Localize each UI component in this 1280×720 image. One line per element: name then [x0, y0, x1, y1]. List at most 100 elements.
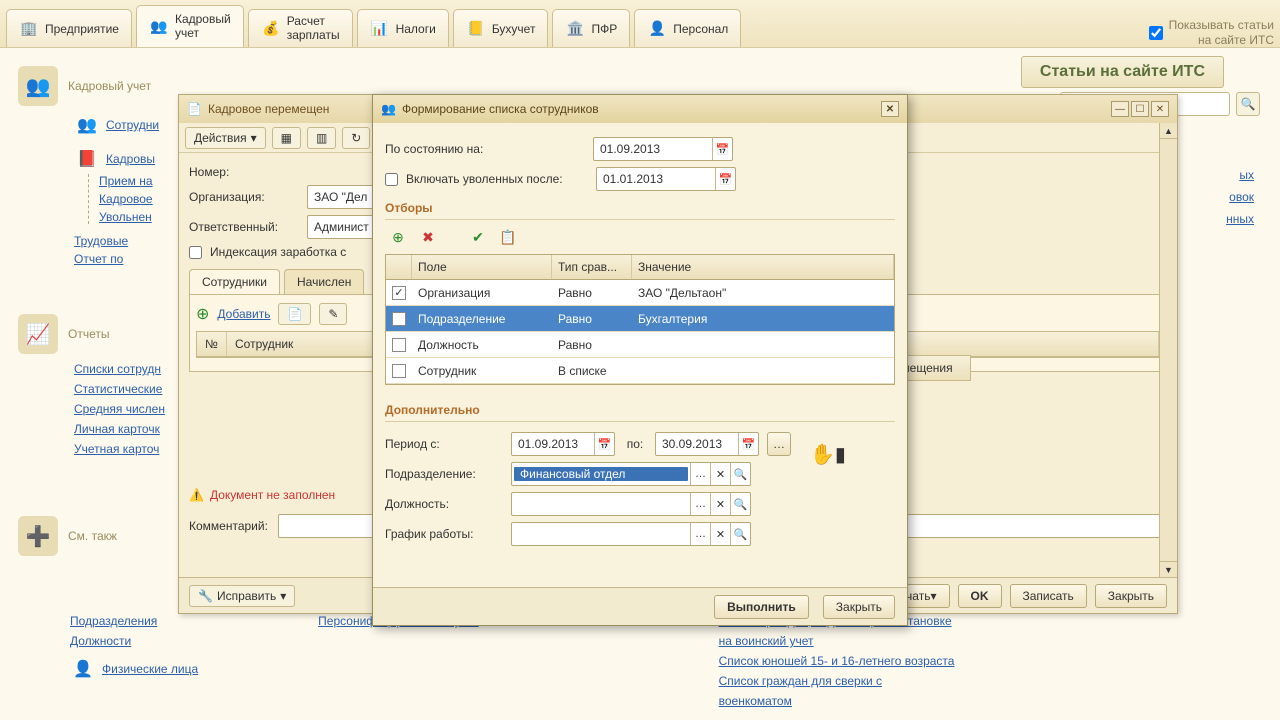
- clear-icon[interactable]: ✕: [710, 493, 730, 515]
- resp-input[interactable]: Админист: [307, 215, 377, 239]
- row-checkbox[interactable]: ✓: [392, 312, 406, 326]
- tab-pfr[interactable]: 🏛️ПФР: [552, 9, 630, 47]
- nav-employees[interactable]: Сотрудни: [106, 118, 159, 132]
- calendar-icon[interactable]: 📅: [715, 168, 735, 190]
- delete-filter-icon[interactable]: ✖: [417, 226, 439, 248]
- link-departments[interactable]: Подразделения: [70, 614, 198, 628]
- clear-icon[interactable]: ✕: [710, 523, 730, 545]
- tab-enterprise[interactable]: 🏢Предприятие: [6, 9, 132, 47]
- tab-taxes[interactable]: 📊Налоги: [357, 9, 449, 47]
- dept-label: Подразделение:: [385, 467, 503, 481]
- extra-header: Дополнительно: [385, 399, 895, 422]
- org-input[interactable]: ЗАО "Дел: [307, 185, 377, 209]
- period-from-input[interactable]: 01.09.2013📅: [511, 432, 615, 456]
- tab-employees-inner[interactable]: Сотрудники: [189, 269, 280, 294]
- toolbar-btn-2[interactable]: ▥: [307, 127, 336, 149]
- asof-input[interactable]: 01.09.2013📅: [593, 137, 733, 161]
- clear-icon[interactable]: ✕: [710, 463, 730, 485]
- filter-row[interactable]: ДолжностьРавно: [386, 332, 894, 358]
- row-checkbox[interactable]: ✓: [392, 286, 406, 300]
- search-icon[interactable]: 🔍: [730, 493, 750, 515]
- dialog-close-button[interactable]: ✕: [881, 101, 899, 117]
- calendar-icon[interactable]: 📅: [738, 433, 758, 455]
- person-icon: 👤: [70, 658, 96, 680]
- toolbar-btn-3[interactable]: ↻: [342, 127, 370, 149]
- nav-fire[interactable]: Увольнен: [99, 210, 152, 224]
- its-checkbox[interactable]: [1149, 26, 1163, 40]
- fix-dropdown[interactable]: 🔧Исправить ▾: [189, 585, 295, 607]
- indexation-checkbox[interactable]: [189, 246, 202, 259]
- search-icon[interactable]: 🔍: [730, 463, 750, 485]
- tab-accounting[interactable]: 📒Бухучет: [453, 9, 549, 47]
- include-fired-checkbox[interactable]: [385, 173, 398, 186]
- period-picker-button[interactable]: …: [767, 432, 791, 456]
- close-window-button[interactable]: ✕: [1151, 101, 1169, 117]
- tab-accruals-inner[interactable]: Начислен: [284, 269, 364, 294]
- check-filter-icon[interactable]: ✔: [467, 226, 489, 248]
- period-to-input[interactable]: 30.09.2013📅: [655, 432, 759, 456]
- scrollbar[interactable]: ▲ ▼: [1159, 123, 1177, 577]
- position-label: Должность:: [385, 497, 503, 511]
- col-num: №: [197, 332, 227, 356]
- dialog-title: Формирование списка сотрудников: [402, 102, 599, 116]
- add-button[interactable]: Добавить: [217, 307, 270, 321]
- fix-icon: 🔧: [198, 589, 213, 603]
- position-lookup[interactable]: …✕🔍: [511, 492, 751, 516]
- tax-icon: 📊: [370, 19, 390, 39]
- right-link-2[interactable]: овок: [1226, 190, 1254, 204]
- link-individuals[interactable]: Физические лица: [102, 662, 198, 676]
- nav-hire[interactable]: Прием на: [99, 174, 153, 188]
- link-military-1b[interactable]: на воинский учет: [719, 634, 955, 648]
- link-youths[interactable]: Список юношей 15- и 16-летнего возраста: [719, 654, 955, 668]
- nav-hr-docs[interactable]: Кадровы: [106, 152, 155, 166]
- ellipsis-icon[interactable]: …: [690, 463, 710, 485]
- calendar-icon[interactable]: 📅: [594, 433, 614, 455]
- search-icon[interactable]: 🔍: [730, 523, 750, 545]
- add-filter-icon[interactable]: ⊕: [387, 226, 409, 248]
- include-fired-date[interactable]: 01.01.2013📅: [596, 167, 736, 191]
- filter-row[interactable]: ✓ОрганизацияРавноЗАО "Дельтаон": [386, 280, 894, 306]
- nav-labor[interactable]: Трудовые: [74, 234, 128, 248]
- copy-btn[interactable]: 📄: [278, 303, 311, 325]
- filter-row[interactable]: СотрудникВ списке: [386, 358, 894, 384]
- dept-lookup[interactable]: Финансовый отдел…✕🔍: [511, 462, 751, 486]
- its-articles-button[interactable]: Статьи на сайте ИТС: [1021, 56, 1224, 88]
- row-field: Подразделение: [412, 312, 552, 326]
- add-icon: ⊕: [196, 304, 209, 324]
- copy-filter-icon[interactable]: 📋: [497, 226, 519, 248]
- search-button[interactable]: 🔍: [1236, 92, 1260, 116]
- schedule-lookup[interactable]: …✕🔍: [511, 522, 751, 546]
- row-checkbox[interactable]: [392, 338, 406, 352]
- nav-report[interactable]: Отчет по: [74, 252, 123, 266]
- row-value: ЗАО "Дельтаон": [632, 286, 894, 300]
- ok-button[interactable]: OK: [958, 584, 1002, 608]
- toolbar-btn-1[interactable]: ▦: [272, 127, 301, 149]
- ellipsis-icon[interactable]: …: [690, 493, 710, 515]
- right-link-1[interactable]: ых: [1226, 168, 1254, 182]
- actions-dropdown[interactable]: Действия ▾: [185, 127, 266, 149]
- maximize-button[interactable]: ☐: [1131, 101, 1149, 117]
- tab-personnel[interactable]: 👤Персонал: [634, 9, 741, 47]
- include-fired-label: Включать уволенных после:: [406, 172, 588, 186]
- scroll-up-icon[interactable]: ▲: [1160, 123, 1177, 139]
- link-military-2b[interactable]: военкоматом: [719, 694, 955, 708]
- indexation-label: Индексация заработка с: [210, 245, 346, 259]
- tab-salary[interactable]: 💰Расчет зарплаты: [248, 9, 353, 47]
- dialog-close-btn[interactable]: Закрыть: [823, 595, 895, 619]
- tab-hr[interactable]: 👥Кадровый учет: [136, 5, 244, 47]
- run-button[interactable]: Выполнить: [714, 595, 809, 619]
- link-military-2a[interactable]: Список граждан для сверки с: [719, 674, 955, 688]
- nav-transfer[interactable]: Кадровое: [99, 192, 153, 206]
- row-value: Бухгалтерия: [632, 312, 894, 326]
- filter-row[interactable]: ✓ПодразделениеРавноБухгалтерия: [386, 306, 894, 332]
- ellipsis-icon[interactable]: …: [690, 523, 710, 545]
- minimize-button[interactable]: —: [1111, 101, 1129, 117]
- calendar-icon[interactable]: 📅: [712, 138, 732, 160]
- close-button[interactable]: Закрыть: [1095, 584, 1167, 608]
- edit-btn[interactable]: ✎: [319, 303, 347, 325]
- link-positions[interactable]: Должности: [70, 634, 198, 648]
- save-button[interactable]: Записать: [1010, 584, 1087, 608]
- right-link-3[interactable]: нных: [1226, 212, 1254, 226]
- scroll-down-icon[interactable]: ▼: [1160, 561, 1177, 577]
- row-checkbox[interactable]: [392, 364, 406, 378]
